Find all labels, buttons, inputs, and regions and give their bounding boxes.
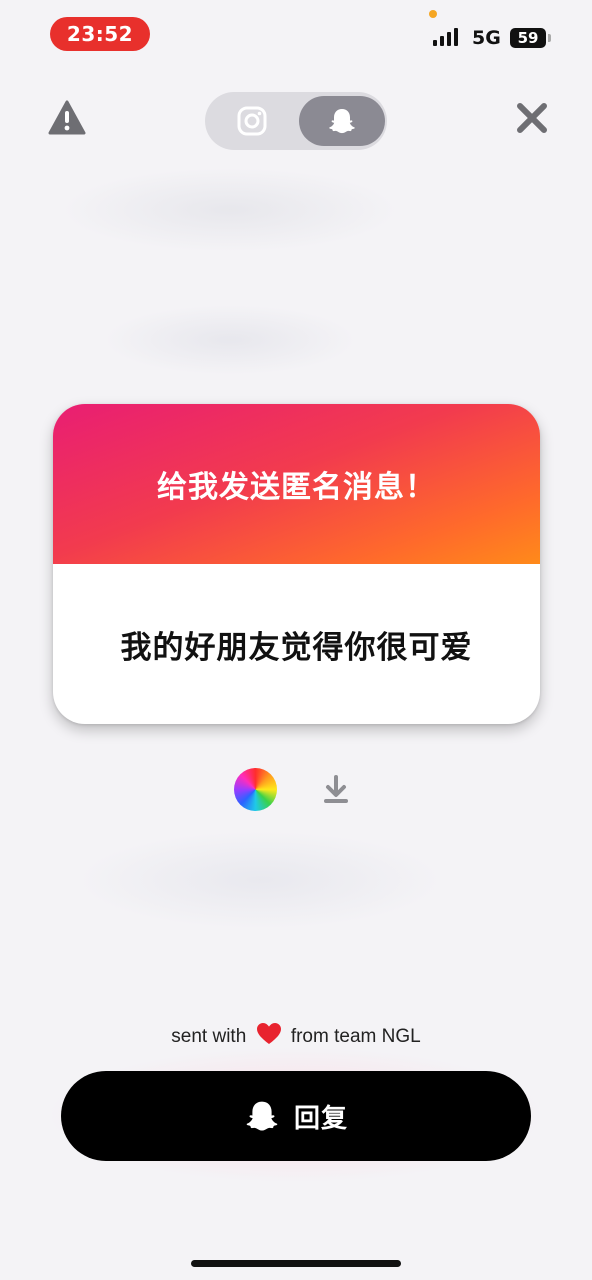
instagram-icon [237, 106, 267, 136]
heart-icon [256, 1022, 282, 1052]
card-header: 给我发送匿名消息！ [53, 404, 540, 564]
reply-label: 回复 [293, 1103, 348, 1134]
snapchat-ghost-icon [329, 109, 355, 134]
color-wheel-icon[interactable] [234, 768, 277, 811]
battery-cap [548, 34, 551, 42]
share-target-toggle[interactable] [205, 92, 387, 150]
warning-icon[interactable] [48, 100, 86, 136]
card-title: 给我发送匿名消息！ [157, 470, 436, 505]
sent-prefix: sent with [171, 1026, 247, 1047]
sent-with-caption: sent with from team NGL [0, 1022, 592, 1052]
toggle-instagram[interactable] [209, 96, 295, 146]
question-card: 给我发送匿名消息！ 我的好朋友觉得你很可爱 [53, 404, 540, 724]
battery-icon: 59 [510, 28, 546, 48]
card-message: 我的好朋友觉得你很可爱 [120, 629, 473, 666]
home-indicator[interactable] [191, 1260, 401, 1267]
reply-button[interactable]: 回复 [61, 1071, 531, 1161]
sent-suffix: from team NGL [290, 1026, 421, 1047]
cellular-signal-icon [433, 28, 458, 46]
status-time: 23:52 [50, 17, 150, 51]
toggle-snapchat[interactable] [299, 96, 385, 146]
snapchat-ghost-icon [246, 1101, 278, 1131]
download-icon[interactable] [316, 770, 356, 810]
network-type: 5G [472, 27, 501, 49]
card-body: 我的好朋友觉得你很可爱 [53, 564, 540, 724]
privacy-indicator-dot [429, 10, 437, 18]
close-icon[interactable] [512, 98, 552, 138]
